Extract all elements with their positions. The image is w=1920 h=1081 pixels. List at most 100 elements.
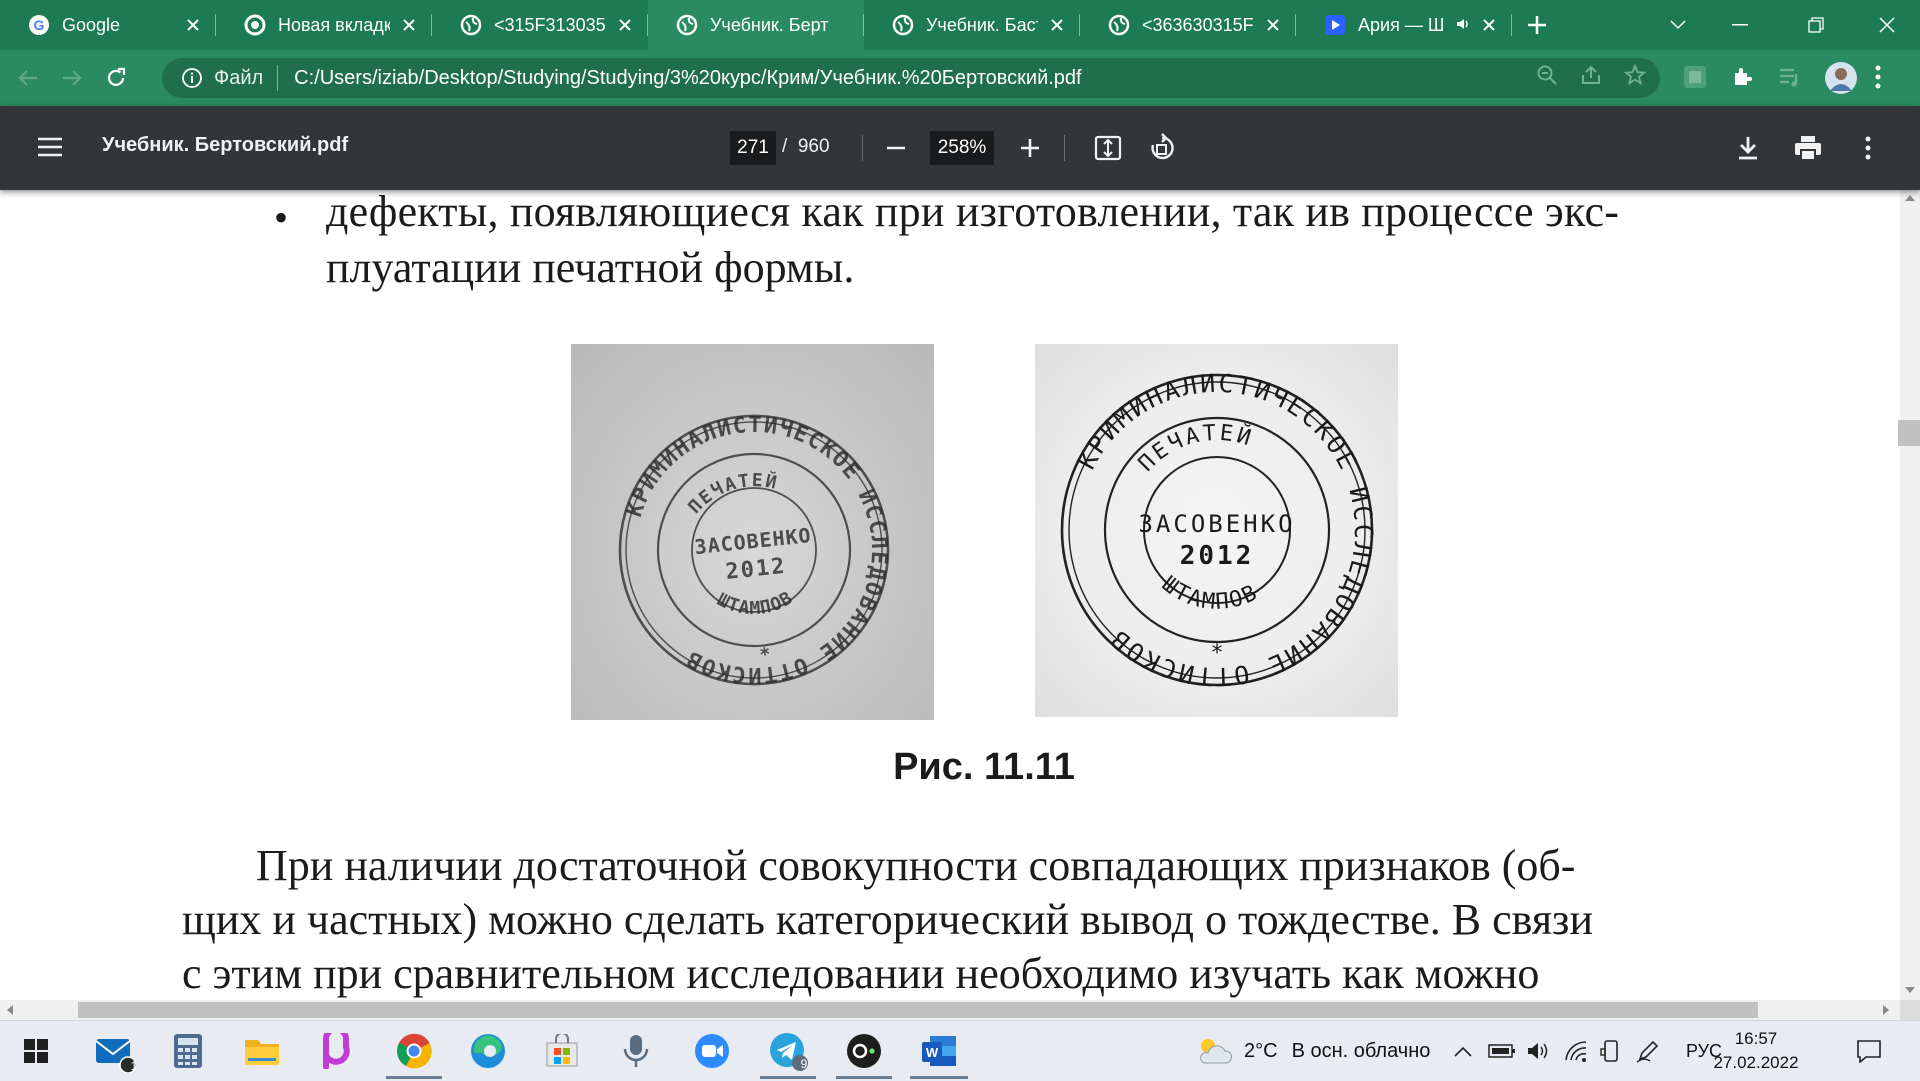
notifications-icon[interactable] — [1856, 1021, 1882, 1081]
paragraph-line: щих и частных) можно сделать категоричес… — [182, 895, 1593, 944]
scroll-left-icon — [7, 1005, 13, 1015]
volume-icon[interactable] — [1526, 1021, 1552, 1081]
url-text[interactable]: C:/Users/iziab/Desktop/Studying/Studying… — [294, 67, 1081, 90]
tray-chevron-icon[interactable] — [1454, 1021, 1472, 1081]
zoom-meetings-icon[interactable] — [682, 1021, 742, 1081]
chrome-icon — [244, 14, 266, 36]
word-icon[interactable]: W — [906, 1021, 972, 1081]
tab-file-315[interactable]: <315F3130353 — [432, 0, 648, 50]
tab-strip: G Google Новая вкладка <315F3130353 Учеб… — [0, 0, 1920, 50]
print-icon[interactable] — [1790, 130, 1826, 166]
close-tab-icon[interactable] — [398, 14, 420, 36]
weather-cloud-sun-icon — [1200, 1039, 1232, 1064]
more-menu-icon[interactable] — [1874, 64, 1882, 95]
close-tab-icon[interactable] — [1046, 14, 1068, 36]
reload-button[interactable] — [94, 56, 138, 100]
address-separator — [277, 65, 279, 91]
mail-icon[interactable]: 1 — [84, 1021, 144, 1081]
system-clock[interactable]: 16:57 27.02.2022 — [1708, 1027, 1804, 1075]
picsart-icon[interactable] — [306, 1021, 366, 1081]
globe-icon — [460, 14, 482, 36]
paragraph-line: с этим при сравнительном исследовании не… — [182, 949, 1540, 998]
seal-inner-bottom: ШТАМПОВ — [1157, 572, 1263, 615]
calculator-icon[interactable] — [158, 1021, 218, 1081]
seal-inner-top: ПЕЧАТЕЙ — [682, 467, 785, 519]
telegram-icon[interactable]: 9 — [756, 1021, 820, 1081]
wifi-icon[interactable] — [1564, 1021, 1588, 1081]
close-window-button[interactable] — [1854, 0, 1920, 50]
windows-start-icon[interactable] — [6, 1021, 66, 1081]
globe-icon — [892, 14, 914, 36]
tab-bastrykin[interactable]: Учебник. Баст — [864, 0, 1080, 50]
paragraph-line: При наличии достаточной совокупности сов… — [256, 841, 1576, 890]
info-icon[interactable] — [180, 66, 204, 90]
bookmark-star-icon[interactable] — [1623, 63, 1647, 92]
pdf-filename: Учебник. Бертовский.pdf — [102, 134, 349, 156]
forward-button[interactable] — [50, 56, 94, 100]
page-total: / 960 — [782, 136, 830, 158]
tab-label: <315F3130353 — [494, 14, 606, 35]
scroll-down-icon — [1905, 987, 1915, 993]
weather-widget[interactable]: 2°C В осн. облачно — [1196, 1021, 1430, 1081]
scrollbar-corner — [1900, 1000, 1920, 1020]
restore-button[interactable] — [1778, 0, 1854, 50]
seal-center-year: 2012 — [724, 554, 787, 585]
bullet-text-line: плуатации печатной формы. — [326, 243, 855, 292]
tab-bertovsky[interactable]: Учебник. Берт — [648, 0, 864, 50]
pdf-more-icon[interactable] — [1850, 130, 1886, 166]
scheme-label: Файл — [214, 66, 264, 89]
file-explorer-icon[interactable] — [232, 1021, 292, 1081]
globe-icon — [676, 14, 698, 36]
fit-page-icon[interactable] — [1090, 130, 1126, 166]
microsoft-store-icon[interactable] — [532, 1021, 592, 1081]
zoom-level-input[interactable]: 258% — [930, 131, 994, 165]
obs-icon[interactable] — [832, 1021, 896, 1081]
close-tab-icon[interactable] — [1262, 14, 1284, 36]
tab-label: Google — [62, 14, 121, 35]
download-icon[interactable] — [1730, 130, 1766, 166]
avatar[interactable] — [1824, 61, 1858, 100]
tab-google[interactable]: G Google — [0, 0, 216, 50]
vertical-scroll-thumb[interactable] — [1898, 420, 1920, 446]
zoom-icon[interactable] — [1536, 64, 1558, 92]
close-tab-icon[interactable] — [614, 14, 636, 36]
tab-label: Учебник. Берт — [710, 14, 829, 35]
seal-inner-top: ПЕЧАТЕЙ — [1134, 421, 1257, 477]
rotate-icon[interactable] — [1144, 130, 1180, 166]
battery-icon[interactable] — [1488, 1021, 1516, 1081]
address-bar[interactable]: Файл C:/Users/iziab/Desktop/Studying/Stu… — [162, 58, 1660, 98]
tab-aria-audio[interactable]: Ария — Ш — [1296, 0, 1512, 50]
seal-center-name: ЗАСОВЕНКО — [693, 523, 812, 559]
pdf-toolbar: Учебник. Бертовский.pdf 271 / 960 258% — [0, 106, 1920, 190]
share-icon[interactable] — [1580, 64, 1602, 92]
horizontal-scroll-thumb[interactable] — [78, 1002, 1758, 1018]
vertical-scrollbar[interactable] — [1900, 190, 1920, 1000]
chrome-taskbar-icon[interactable] — [382, 1021, 446, 1081]
playlist-icon[interactable] — [1778, 65, 1804, 94]
close-tab-icon[interactable] — [1478, 14, 1500, 36]
minimize-button[interactable] — [1702, 0, 1778, 50]
new-tab-button[interactable] — [1512, 0, 1562, 50]
hamburger-menu-icon[interactable] — [36, 133, 64, 161]
clock-time: 16:57 — [1734, 1029, 1778, 1048]
weather-description: В осн. облачно — [1291, 1039, 1431, 1062]
page-number-input[interactable]: 271 — [730, 131, 776, 165]
phone-link-icon[interactable] — [1600, 1021, 1622, 1081]
speaker-icon[interactable] — [1456, 17, 1470, 34]
pen-icon[interactable] — [1636, 1021, 1660, 1081]
seal-star: * — [759, 644, 772, 666]
voice-recorder-icon[interactable] — [606, 1021, 666, 1081]
tab-label: Новая вкладка — [278, 14, 390, 35]
extension-icon[interactable] — [1682, 64, 1708, 95]
close-tab-icon[interactable] — [182, 14, 204, 36]
tab-new-tab[interactable]: Новая вкладка — [216, 0, 432, 50]
mail-badge: 1 — [130, 1059, 138, 1073]
puzzle-icon[interactable] — [1730, 64, 1756, 95]
seal-image-right: КРИМИНАЛИСТИЧЕСКОЕ ИССЛЕДОВАНИЕ ОТТИСКОВ… — [1035, 344, 1398, 717]
back-button[interactable] — [6, 56, 50, 100]
edge-icon[interactable] — [458, 1021, 518, 1081]
tab-file-363[interactable]: <363630315F3 — [1080, 0, 1296, 50]
zoom-in-button[interactable] — [1012, 130, 1048, 166]
zoom-out-button[interactable] — [878, 130, 914, 166]
clock-date: 27.02.2022 — [1713, 1053, 1799, 1072]
